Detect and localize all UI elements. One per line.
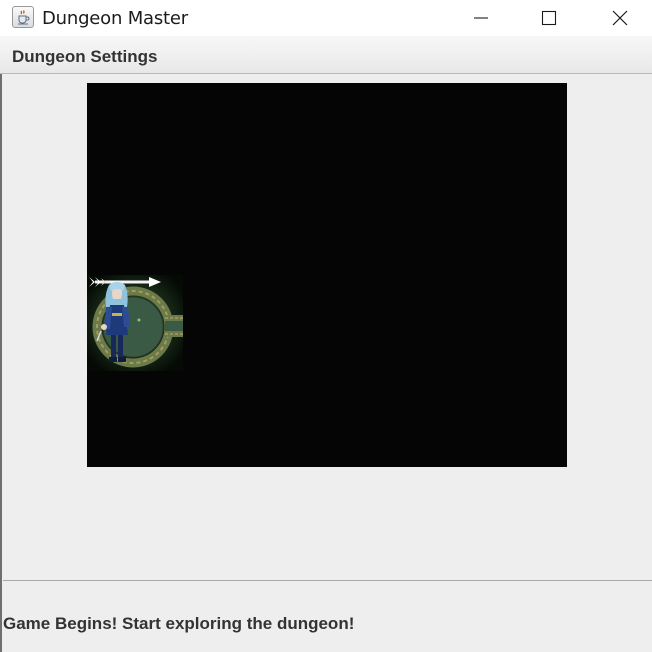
app-window: Dungeon Master Dungeon Settings Game Beg… xyxy=(0,0,652,652)
status-divider xyxy=(3,580,652,581)
dungeon-map[interactable] xyxy=(87,83,567,467)
window-title: Dungeon Master xyxy=(42,8,188,29)
maximize-icon xyxy=(541,10,557,26)
room-tile xyxy=(87,275,183,371)
player-tile[interactable] xyxy=(87,275,183,371)
minimize-button[interactable] xyxy=(458,0,504,36)
menu-dungeon-settings[interactable]: Dungeon Settings xyxy=(12,47,157,67)
status-message: Game Begins! Start exploring the dungeon… xyxy=(3,614,355,633)
java-cup-icon[interactable] xyxy=(12,6,34,28)
close-button[interactable] xyxy=(597,0,643,36)
close-icon xyxy=(612,10,628,26)
menu-bar: Dungeon Settings xyxy=(0,36,652,74)
maximize-button[interactable] xyxy=(526,0,572,36)
window-left-edge xyxy=(0,74,2,652)
title-bar[interactable]: Dungeon Master xyxy=(0,0,652,36)
minimize-icon xyxy=(474,17,488,19)
